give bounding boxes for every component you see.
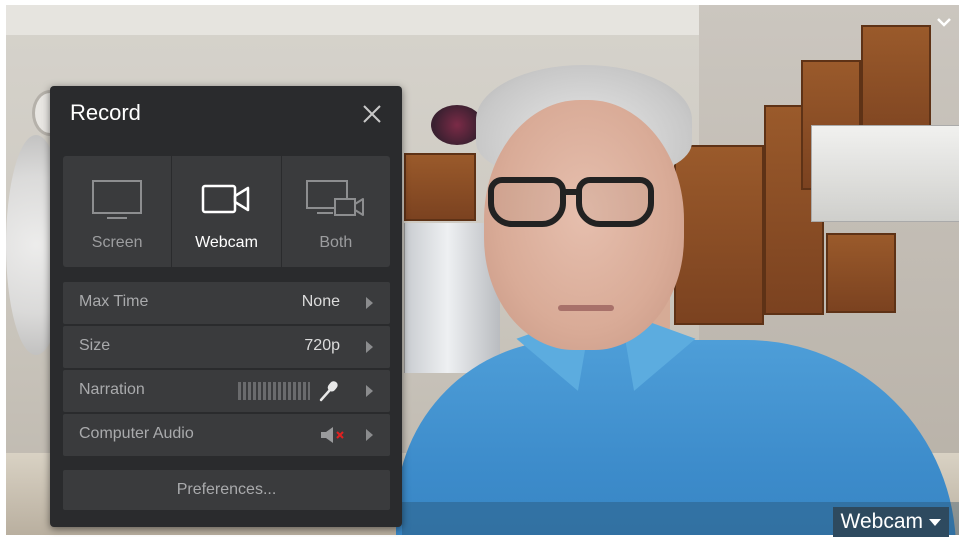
collapse-chevron-icon[interactable] (929, 7, 959, 37)
dropdown-caret-icon (929, 518, 941, 526)
setting-size[interactable]: Size 720p (63, 326, 390, 368)
chevron-right-icon (366, 341, 373, 353)
speaker-muted-icon (321, 427, 344, 443)
close-button[interactable] (360, 102, 384, 126)
glasses-lens (488, 177, 566, 227)
setting-value: None (301, 293, 340, 310)
webcam-source-dropdown[interactable]: Webcam (832, 507, 949, 537)
cabinet (674, 145, 764, 325)
setting-label: Narration (79, 381, 145, 398)
mode-webcam-label: Webcam (195, 234, 258, 251)
monitor-camera-icon (305, 180, 364, 216)
glasses-bridge (564, 189, 578, 195)
chevron-right-icon (366, 429, 373, 441)
settings-list: Max Time None Size 720p Narration Comput… (63, 282, 390, 456)
mode-both-button[interactable]: Both (280, 156, 390, 267)
chevron-right-icon (366, 297, 373, 309)
cabinet (826, 233, 896, 313)
close-icon (363, 105, 381, 123)
record-panel: Record Screen Webcam Both Max Time None … (50, 86, 402, 527)
mouth (558, 305, 614, 311)
cabinet (404, 153, 476, 221)
preferences-button[interactable]: Preferences... (63, 470, 390, 510)
range-hood (811, 125, 959, 222)
setting-max-time[interactable]: Max Time None (63, 282, 390, 324)
glasses-lens (576, 177, 654, 227)
microphone-icon (319, 381, 338, 402)
panel-title: Record (70, 100, 141, 125)
setting-value: 720p (304, 337, 340, 354)
record-mode-selector: Screen Webcam Both (63, 156, 390, 267)
setting-narration[interactable]: Narration (63, 370, 390, 412)
audio-level-meter (238, 382, 310, 400)
webcam-source-label: Webcam (840, 510, 923, 533)
chevron-right-icon (366, 385, 373, 397)
setting-label: Computer Audio (79, 425, 194, 442)
mode-both-label: Both (319, 234, 353, 251)
setting-computer-audio[interactable]: Computer Audio (63, 414, 390, 456)
mode-screen-button[interactable]: Screen (63, 156, 171, 267)
camera-icon (202, 184, 250, 214)
panel-header: Record (50, 86, 402, 142)
setting-label: Max Time (79, 293, 149, 310)
setting-label: Size (79, 337, 111, 354)
mode-webcam-button[interactable]: Webcam (171, 156, 280, 267)
mode-screen-label: Screen (91, 234, 143, 251)
monitor-icon (92, 180, 143, 219)
